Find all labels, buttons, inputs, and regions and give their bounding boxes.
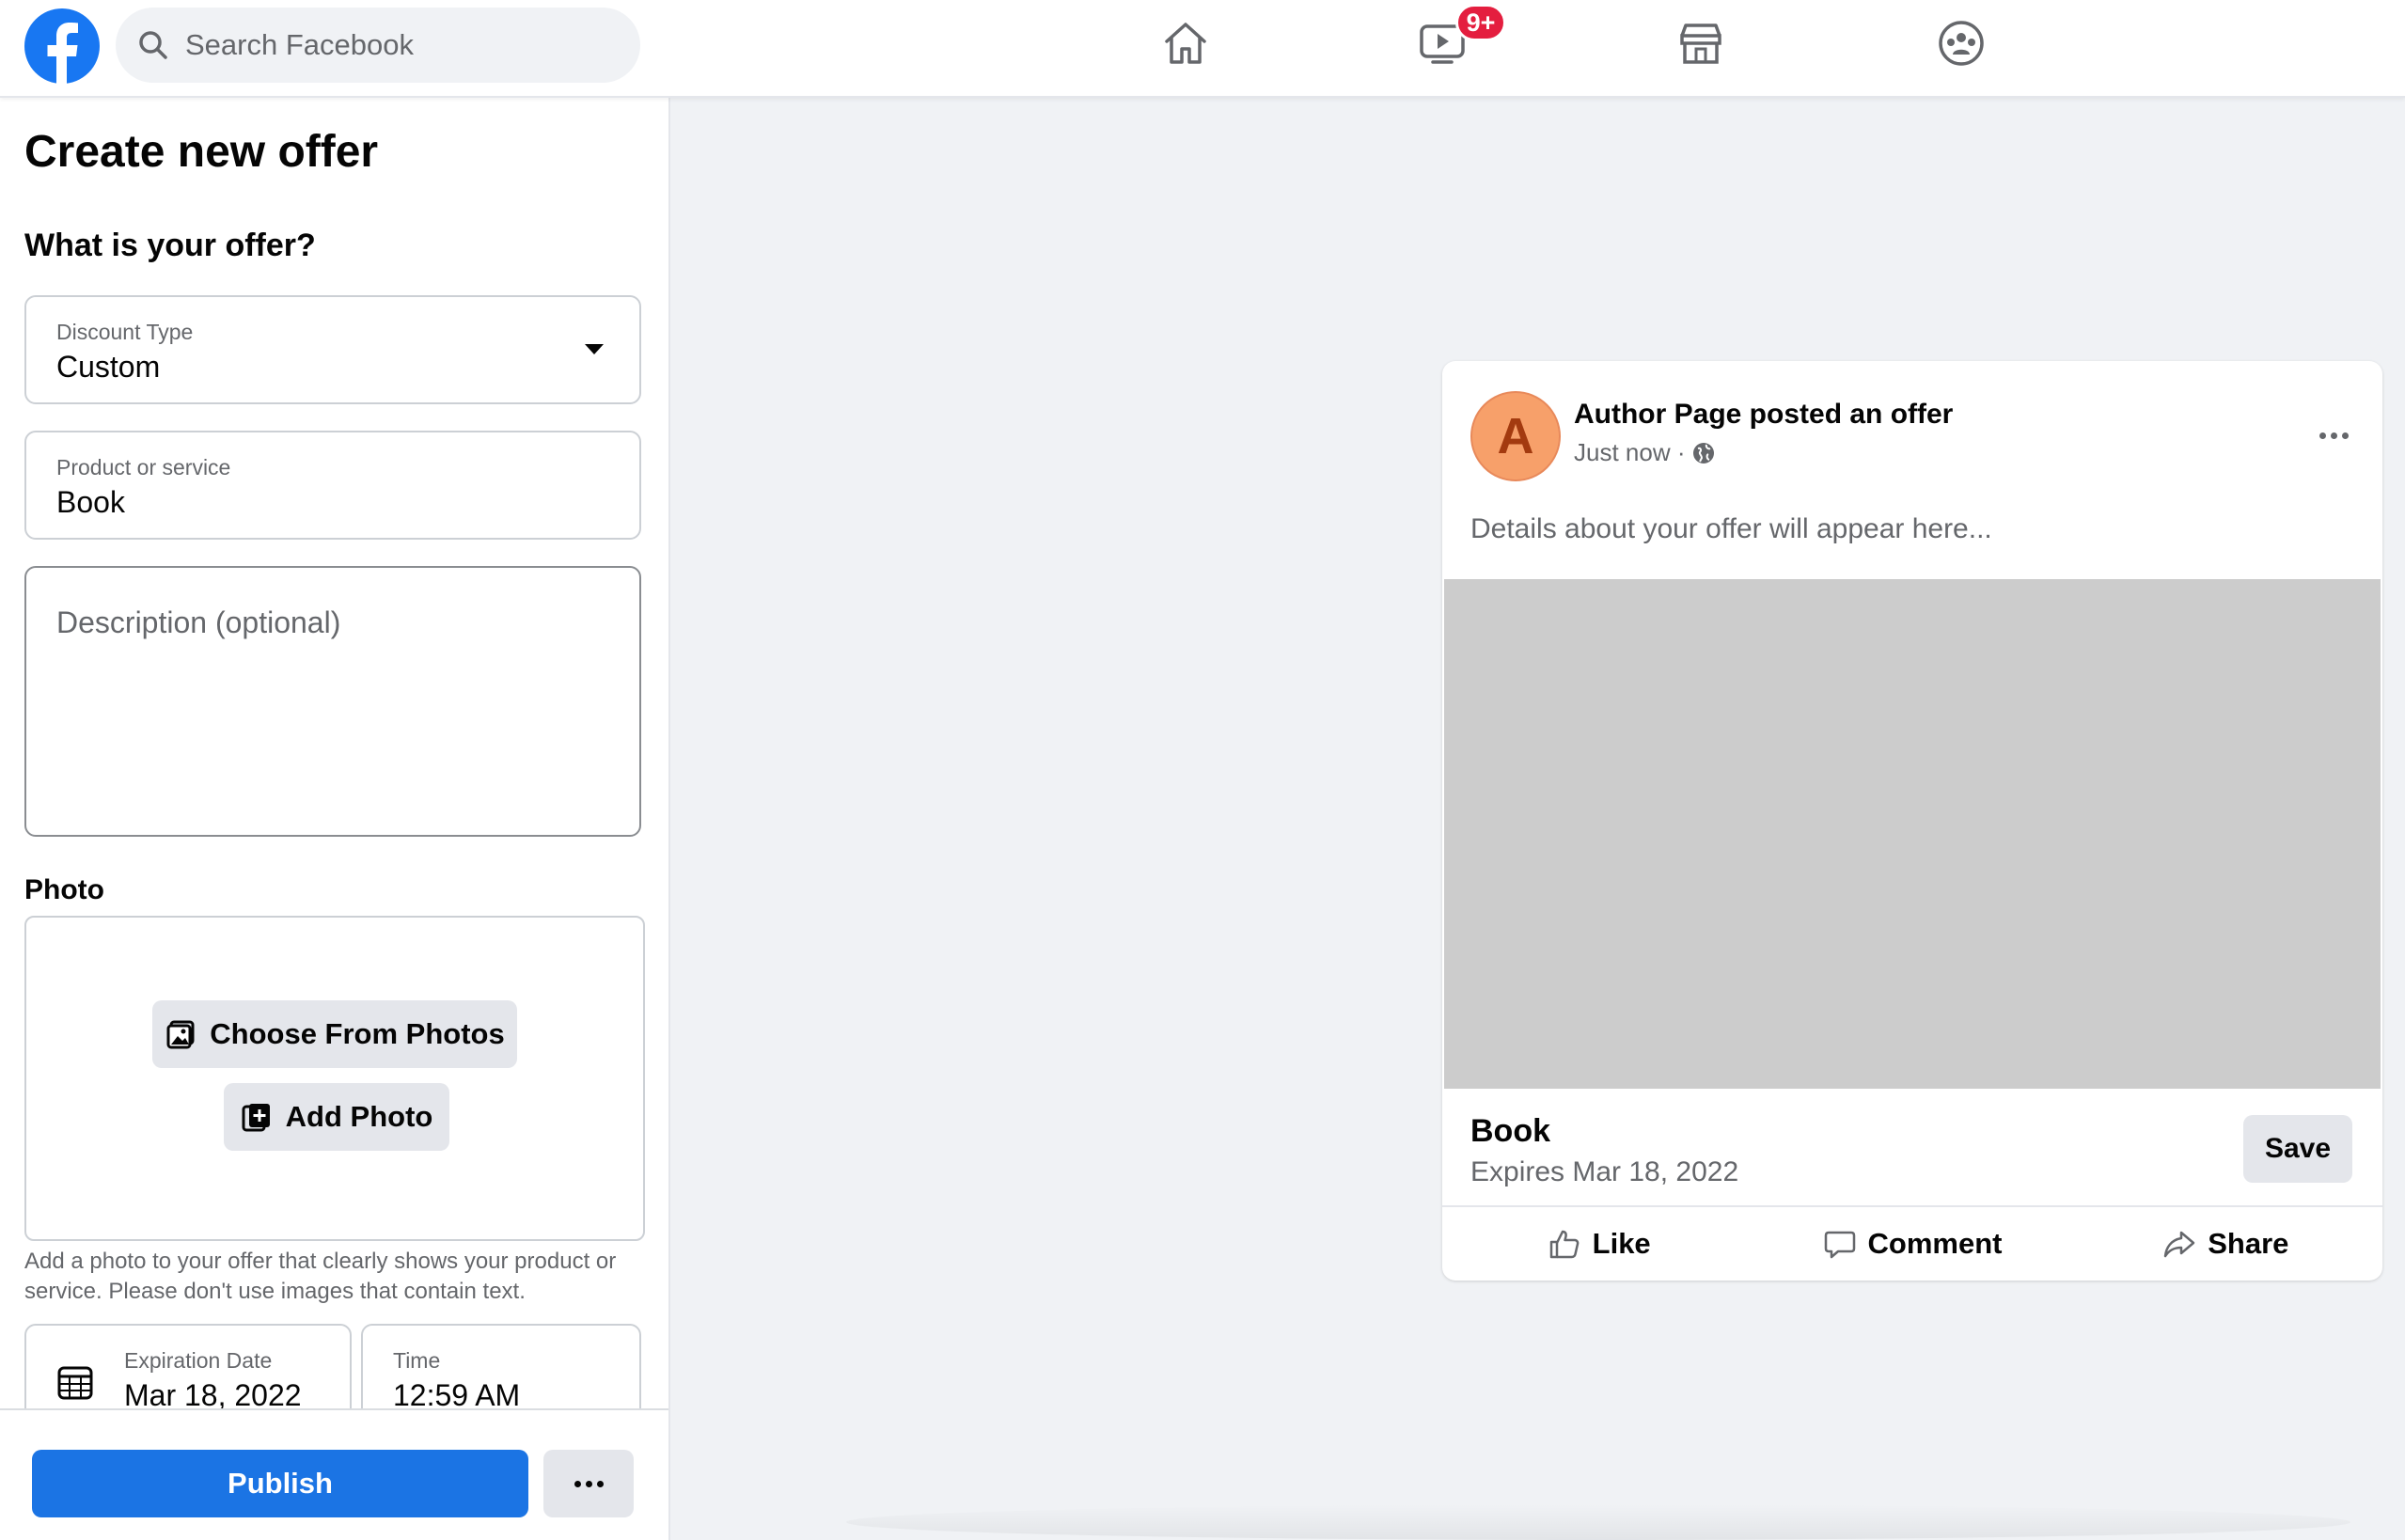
search-bar[interactable]: Search Facebook: [116, 8, 640, 83]
globe-icon: [1692, 442, 1714, 464]
add-photo-icon: [242, 1104, 270, 1132]
create-offer-panel: Create new offer What is your offer? Dis…: [0, 98, 670, 1540]
time-label: Time: [393, 1348, 441, 1373]
share-button[interactable]: Share: [2069, 1207, 2382, 1281]
product-label: Product or service: [56, 455, 231, 479]
photo-label: Photo: [24, 874, 104, 905]
groups-icon[interactable]: [1935, 17, 1988, 70]
photo-dropzone: Choose From Photos Add Photo: [24, 916, 645, 1241]
avatar[interactable]: A: [1470, 391, 1561, 481]
publish-button[interactable]: Publish: [32, 1450, 528, 1517]
top-navigation-bar: Search Facebook 9+: [0, 0, 2405, 98]
comment-icon: [1824, 1231, 1855, 1259]
offer-image-placeholder: [1444, 579, 2381, 1089]
share-icon: [2163, 1231, 2195, 1258]
home-icon[interactable]: [1159, 17, 1212, 70]
page-title: Create new offer: [24, 127, 379, 177]
offer-product-name: Book: [1470, 1113, 1550, 1149]
calendar-icon: [57, 1366, 93, 1400]
save-button[interactable]: Save: [2243, 1115, 2352, 1183]
expiration-date-label: Expiration Date: [124, 1348, 273, 1373]
discount-type-value: Custom: [56, 350, 161, 384]
description-input[interactable]: Description (optional): [24, 566, 641, 837]
like-icon: [1549, 1230, 1579, 1259]
notification-badge: 9+: [1455, 4, 1506, 41]
more-options-button[interactable]: [543, 1450, 634, 1517]
facebook-logo-icon[interactable]: [24, 8, 101, 85]
like-label: Like: [1592, 1227, 1651, 1260]
comment-button[interactable]: Comment: [1755, 1207, 2068, 1281]
offer-expiry: Expires Mar 18, 2022: [1470, 1156, 1739, 1187]
choose-from-photos-button[interactable]: Choose From Photos: [152, 1000, 517, 1068]
product-field[interactable]: Product or service Book: [24, 431, 641, 540]
photo-helper-text: Add a photo to your offer that clearly s…: [24, 1249, 617, 1304]
description-placeholder: Description (optional): [56, 605, 341, 639]
discount-type-label: Discount Type: [56, 320, 194, 344]
post-options-icon[interactable]: [2319, 432, 2349, 439]
post-meta: Just now ·: [1574, 438, 1716, 467]
post-actions: Like Comment Share: [1442, 1205, 2382, 1281]
choose-from-photos-label: Choose From Photos: [210, 1017, 505, 1050]
like-button[interactable]: Like: [1442, 1207, 1755, 1281]
post-timestamp: Just now ·: [1574, 438, 1686, 466]
author-line: Author Page posted an offer: [1574, 399, 1954, 430]
marketplace-icon[interactable]: [1674, 17, 1727, 70]
offer-preview-card: A Author Page posted an offer Just now ·…: [1442, 361, 2382, 1281]
share-label: Share: [2208, 1227, 2289, 1260]
panel-footer: Publish: [0, 1408, 668, 1540]
search-placeholder: Search Facebook: [185, 28, 414, 61]
offer-description-preview: Details about your offer will appear her…: [1470, 513, 1992, 544]
photo-library-icon: [166, 1020, 195, 1049]
search-icon: [139, 31, 167, 59]
comment-label: Comment: [1867, 1227, 2003, 1260]
chevron-down-icon: [585, 344, 604, 354]
discount-type-select[interactable]: Discount Type Custom: [24, 295, 641, 404]
bottom-shadow: [846, 1504, 2350, 1540]
add-photo-button[interactable]: Add Photo: [224, 1083, 449, 1151]
more-icon: [574, 1480, 604, 1487]
add-photo-label: Add Photo: [285, 1100, 433, 1133]
product-value: Book: [56, 485, 125, 519]
section-title: What is your offer?: [24, 228, 316, 263]
